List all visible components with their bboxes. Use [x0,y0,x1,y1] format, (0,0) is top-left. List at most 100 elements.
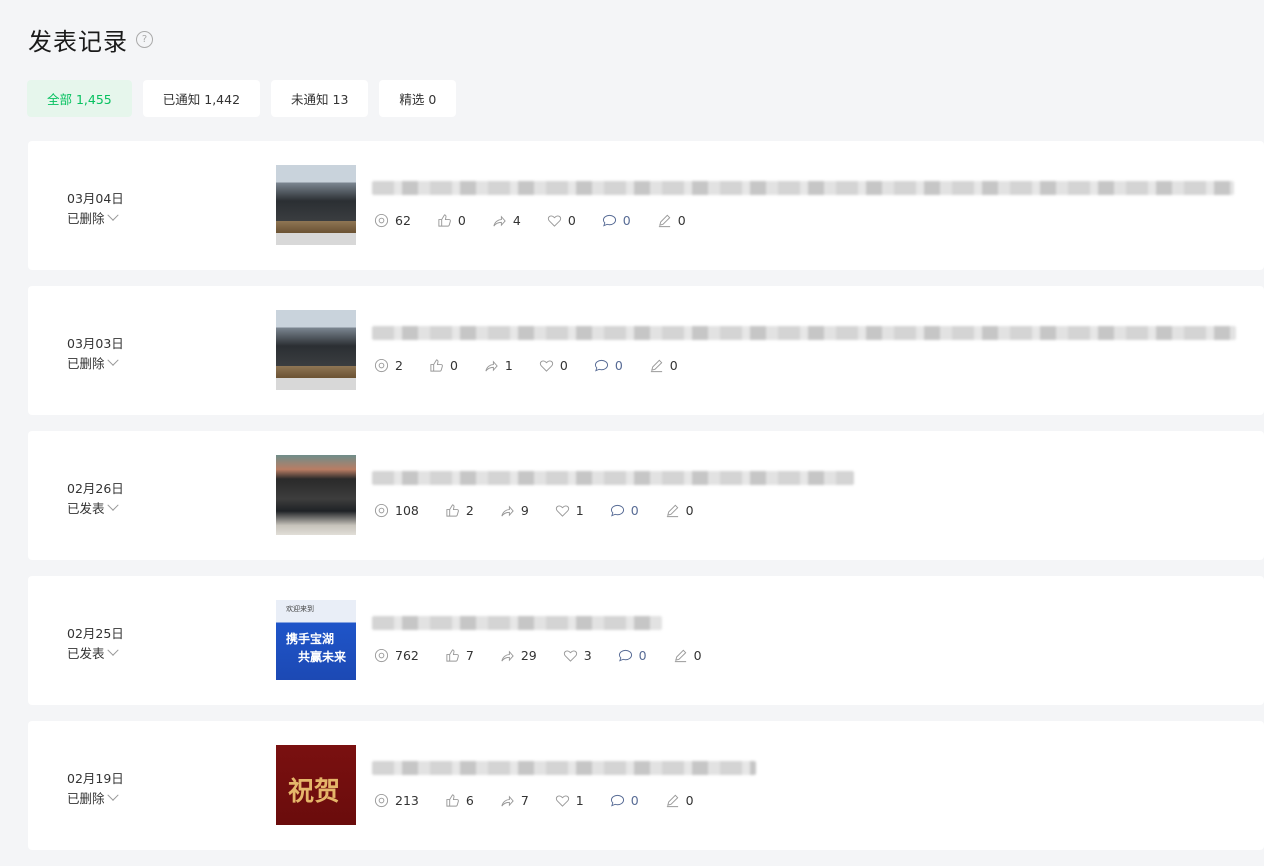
eye-icon [374,793,389,808]
post-stats: 108 2 9 1 0 0 [374,503,720,518]
thumbnail-image: 欢迎来到 携手宝湖 共赢未来 [276,600,356,680]
stat-comments[interactable]: 0 [618,648,647,663]
filter-tab-all[interactable]: 全部 1,455 [27,80,132,117]
shares-count: 7 [520,793,529,808]
filter-tab-notified[interactable]: 已通知 1,442 [142,80,261,117]
post-stats: 762 7 29 3 0 0 [374,648,728,663]
post-date: 02月26日 [67,481,124,496]
stat-comments[interactable]: 0 [610,503,639,518]
page-title-row: 发表记录 ? [28,22,153,57]
stat-views: 213 [374,793,419,808]
post-title-redacted[interactable] [372,761,756,775]
comment-icon [610,504,624,517]
stat-comments[interactable]: 0 [610,793,639,808]
thumbs-up-icon [438,214,451,227]
heart-icon [547,215,561,227]
stat-likes: 0 [429,358,458,373]
favorites-count: 1 [575,503,584,518]
post-status-dropdown[interactable]: 已删除 [67,208,119,227]
thumbnail-image [276,165,356,245]
pencil-icon [650,359,663,373]
shares-count: 1 [504,358,513,373]
post-card: 02月25日 已发表 欢迎来到 携手宝湖 共赢未来 762 7 29 3 0 0 [28,576,1264,705]
heart-icon [555,795,569,807]
post-title-redacted[interactable] [372,471,854,485]
comments-count: 0 [622,213,631,228]
stat-views: 108 [374,503,419,518]
thumbnail-text: 祝贺 [288,777,341,807]
post-status-dropdown[interactable]: 已发表 [67,498,119,517]
post-thumbnail[interactable]: 祝贺 [276,745,356,825]
comments-count: 0 [638,648,647,663]
help-icon[interactable]: ? [136,31,153,48]
thumbnail-text: 共赢未来 [298,650,347,664]
stat-favorites: 0 [547,213,576,228]
stat-favorites: 1 [555,793,584,808]
filter-tabs: 全部 1,455 已通知 1,442 未通知 13 精选 0 [27,80,457,117]
comment-icon [618,649,632,662]
post-title-redacted[interactable] [372,326,1236,340]
post-card: 03月04日 已删除 62 0 4 0 0 0 [28,141,1264,270]
stat-shares: 4 [492,213,521,228]
thumbs-up-icon [430,359,443,372]
post-card: 02月26日 已发表 108 2 9 1 0 0 [28,431,1264,560]
stat-edits: 0 [665,503,694,518]
filter-tab-not-notified[interactable]: 未通知 13 [271,80,369,117]
stat-edits: 0 [673,648,702,663]
chevron-down-icon [106,644,119,656]
stat-views: 762 [374,648,419,663]
eye-icon [374,503,389,518]
thumbnail-image [276,310,356,390]
stat-comments[interactable]: 0 [602,213,631,228]
post-status-dropdown[interactable]: 已删除 [67,788,119,807]
post-card: 03月03日 已删除 2 0 1 0 0 0 [28,286,1264,415]
post-status-label: 已删除 [67,791,105,806]
likes-count: 7 [465,648,474,663]
thumbnail-text: 欢迎来到 [286,605,314,613]
post-date: 02月19日 [67,771,124,786]
stat-shares: 7 [500,793,529,808]
share-icon [501,650,514,662]
post-title-redacted[interactable] [372,616,662,630]
post-status-dropdown[interactable]: 已删除 [67,353,119,372]
likes-count: 0 [449,358,458,373]
thumbs-up-icon [446,794,459,807]
eye-icon [374,358,389,373]
post-status-label: 已删除 [67,211,105,226]
post-title-redacted[interactable] [372,181,1234,195]
page-title: 发表记录 [28,28,128,56]
views-count: 62 [395,213,411,228]
edits-count: 0 [685,503,694,518]
pencil-icon [666,504,678,518]
comments-count: 0 [630,503,639,518]
post-status-dropdown[interactable]: 已发表 [67,643,119,662]
post-thumbnail[interactable] [276,165,356,245]
filter-tab-featured[interactable]: 精选 0 [379,80,457,117]
stat-shares: 1 [484,358,513,373]
stat-edits: 0 [657,213,686,228]
favorites-count: 1 [575,793,584,808]
thumbnail-text: 携手宝湖 [286,632,335,646]
heart-icon [563,650,577,662]
post-thumbnail[interactable] [276,310,356,390]
chevron-down-icon [106,499,119,511]
post-stats: 213 6 7 1 0 0 [374,793,720,808]
post-status-label: 已删除 [67,356,105,371]
post-thumbnail[interactable]: 欢迎来到 携手宝湖 共赢未来 [276,600,356,680]
post-card: 02月19日 已删除 祝贺 213 6 7 1 0 0 [28,721,1264,850]
comment-icon [610,794,624,807]
views-count: 108 [395,503,419,518]
share-icon [485,360,498,372]
pencil-icon [674,649,686,663]
stat-comments[interactable]: 0 [594,358,623,373]
favorites-count: 0 [567,213,576,228]
thumbnail-image [276,455,356,535]
stat-likes: 2 [445,503,474,518]
post-thumbnail[interactable] [276,455,356,535]
stat-edits: 0 [649,358,678,373]
stat-shares: 9 [500,503,529,518]
post-date: 03月04日 [67,191,124,206]
eye-icon [374,213,389,228]
post-list: 03月04日 已删除 62 0 4 0 0 0 03月03日 已删除 2 0 1… [28,141,1264,866]
stat-likes: 0 [437,213,466,228]
